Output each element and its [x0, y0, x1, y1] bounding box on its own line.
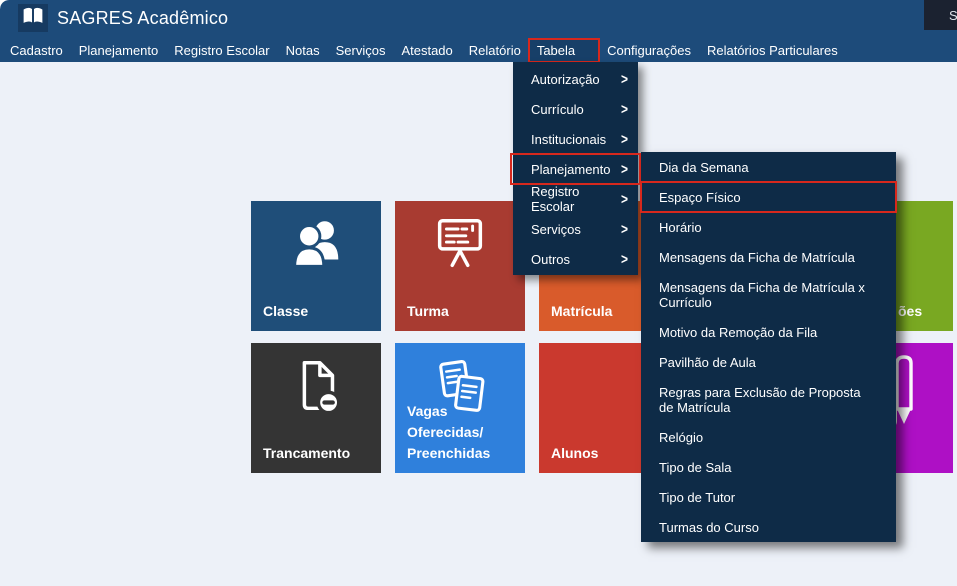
chevron-right-icon: >: [621, 190, 628, 208]
dd-curriculo-label: Currículo: [531, 102, 584, 117]
menu-cadastro[interactable]: Cadastro: [2, 39, 71, 62]
sm-horario[interactable]: Horário: [641, 212, 896, 242]
chevron-right-icon: >: [621, 250, 628, 268]
tile-classe-label: Classe: [263, 301, 377, 322]
main-menubar: Cadastro Planejamento Registro Escolar N…: [2, 38, 846, 62]
dd-servicos-label: Serviços: [531, 222, 581, 237]
sm-relogio[interactable]: Relógio: [641, 422, 896, 452]
dd-autorizacao[interactable]: Autorização >: [513, 64, 638, 94]
sm-motivo-remocao-fila[interactable]: Motivo da Remoção da Fila: [641, 317, 896, 347]
dd-outros-label: Outros: [531, 252, 570, 267]
people-icon: [251, 215, 381, 273]
menu-servicos[interactable]: Serviços: [328, 39, 394, 62]
dd-registro-escolar[interactable]: Registro Escolar >: [513, 184, 638, 214]
menu-relatorio[interactable]: Relatório: [461, 39, 529, 62]
dd-servicos[interactable]: Serviços >: [513, 214, 638, 244]
highlight-box-tabela: [528, 38, 600, 63]
sm-dia-da-semana[interactable]: Dia da Semana: [641, 152, 896, 182]
menu-registro-escolar[interactable]: Registro Escolar: [166, 39, 277, 62]
tile-trancamento[interactable]: Trancamento: [251, 343, 381, 473]
header-bar: SAGRES Acadêmico S Cadastro Planejamento…: [0, 0, 957, 62]
tile-vagas-oferecidas[interactable]: Vagas Oferecidas/ Preenchidas: [395, 343, 525, 473]
chevron-right-icon: >: [621, 70, 628, 88]
dd-curriculo[interactable]: Currículo >: [513, 94, 638, 124]
sm-espaco-fisico-label: Espaço Físico: [659, 190, 741, 205]
tile-turma[interactable]: Turma: [395, 201, 525, 331]
dd-outros[interactable]: Outros >: [513, 244, 638, 274]
tabela-dropdown-menu: Autorização > Currículo > Institucionais…: [513, 62, 638, 275]
tile-trancamento-label: Trancamento: [263, 443, 377, 464]
sm-regras-exclusao-proposta[interactable]: Regras para Exclusão de Proposta de Matr…: [641, 377, 896, 422]
tile-green-label: ões: [898, 301, 949, 322]
menu-planejamento[interactable]: Planejamento: [71, 39, 167, 62]
menu-relatorios-particulares[interactable]: Relatórios Particulares: [699, 39, 846, 62]
app-title: SAGRES Acadêmico: [57, 8, 228, 29]
menu-notas[interactable]: Notas: [278, 39, 328, 62]
dd-institucionais-label: Institucionais: [531, 132, 606, 147]
document-minus-icon: [251, 357, 381, 417]
tile-vagas-label: Vagas Oferecidas/ Preenchidas: [407, 401, 521, 464]
chevron-right-icon: >: [621, 100, 628, 118]
chevron-right-icon: >: [621, 160, 628, 178]
open-book-icon: [21, 5, 45, 32]
menu-atestado[interactable]: Atestado: [393, 39, 460, 62]
dd-institucionais[interactable]: Institucionais >: [513, 124, 638, 154]
dd-planejamento-label: Planejamento: [531, 162, 611, 177]
menu-configuracoes[interactable]: Configurações: [599, 39, 699, 62]
sagres-app-window: SAGRES Acadêmico S Cadastro Planejamento…: [0, 0, 957, 586]
account-button[interactable]: S: [924, 0, 957, 30]
sm-pavilhao-de-aula[interactable]: Pavilhão de Aula: [641, 347, 896, 377]
sm-mensagens-ficha-curriculo[interactable]: Mensagens da Ficha de Matrícula x Curríc…: [641, 272, 896, 317]
chevron-right-icon: >: [621, 130, 628, 148]
tile-turma-label: Turma: [407, 301, 521, 322]
dd-registro-escolar-label: Registro Escolar: [531, 184, 621, 214]
tile-classe[interactable]: Classe: [251, 201, 381, 331]
sm-mensagens-ficha[interactable]: Mensagens da Ficha de Matrícula: [641, 242, 896, 272]
sm-tipo-de-sala[interactable]: Tipo de Sala: [641, 452, 896, 482]
dd-autorizacao-label: Autorização: [531, 72, 600, 87]
menu-tabela[interactable]: Tabela: [529, 39, 599, 62]
sm-espaco-fisico[interactable]: Espaço Físico: [641, 182, 896, 212]
chevron-right-icon: >: [621, 220, 628, 238]
sm-turmas-do-curso[interactable]: Turmas do Curso: [641, 512, 896, 542]
presentation-board-icon: [395, 215, 525, 273]
planejamento-submenu: Dia da Semana Espaço Físico Horário Mens…: [641, 152, 896, 542]
app-logo: [18, 4, 48, 32]
dd-planejamento[interactable]: Planejamento >: [513, 154, 638, 184]
sm-tipo-de-tutor[interactable]: Tipo de Tutor: [641, 482, 896, 512]
